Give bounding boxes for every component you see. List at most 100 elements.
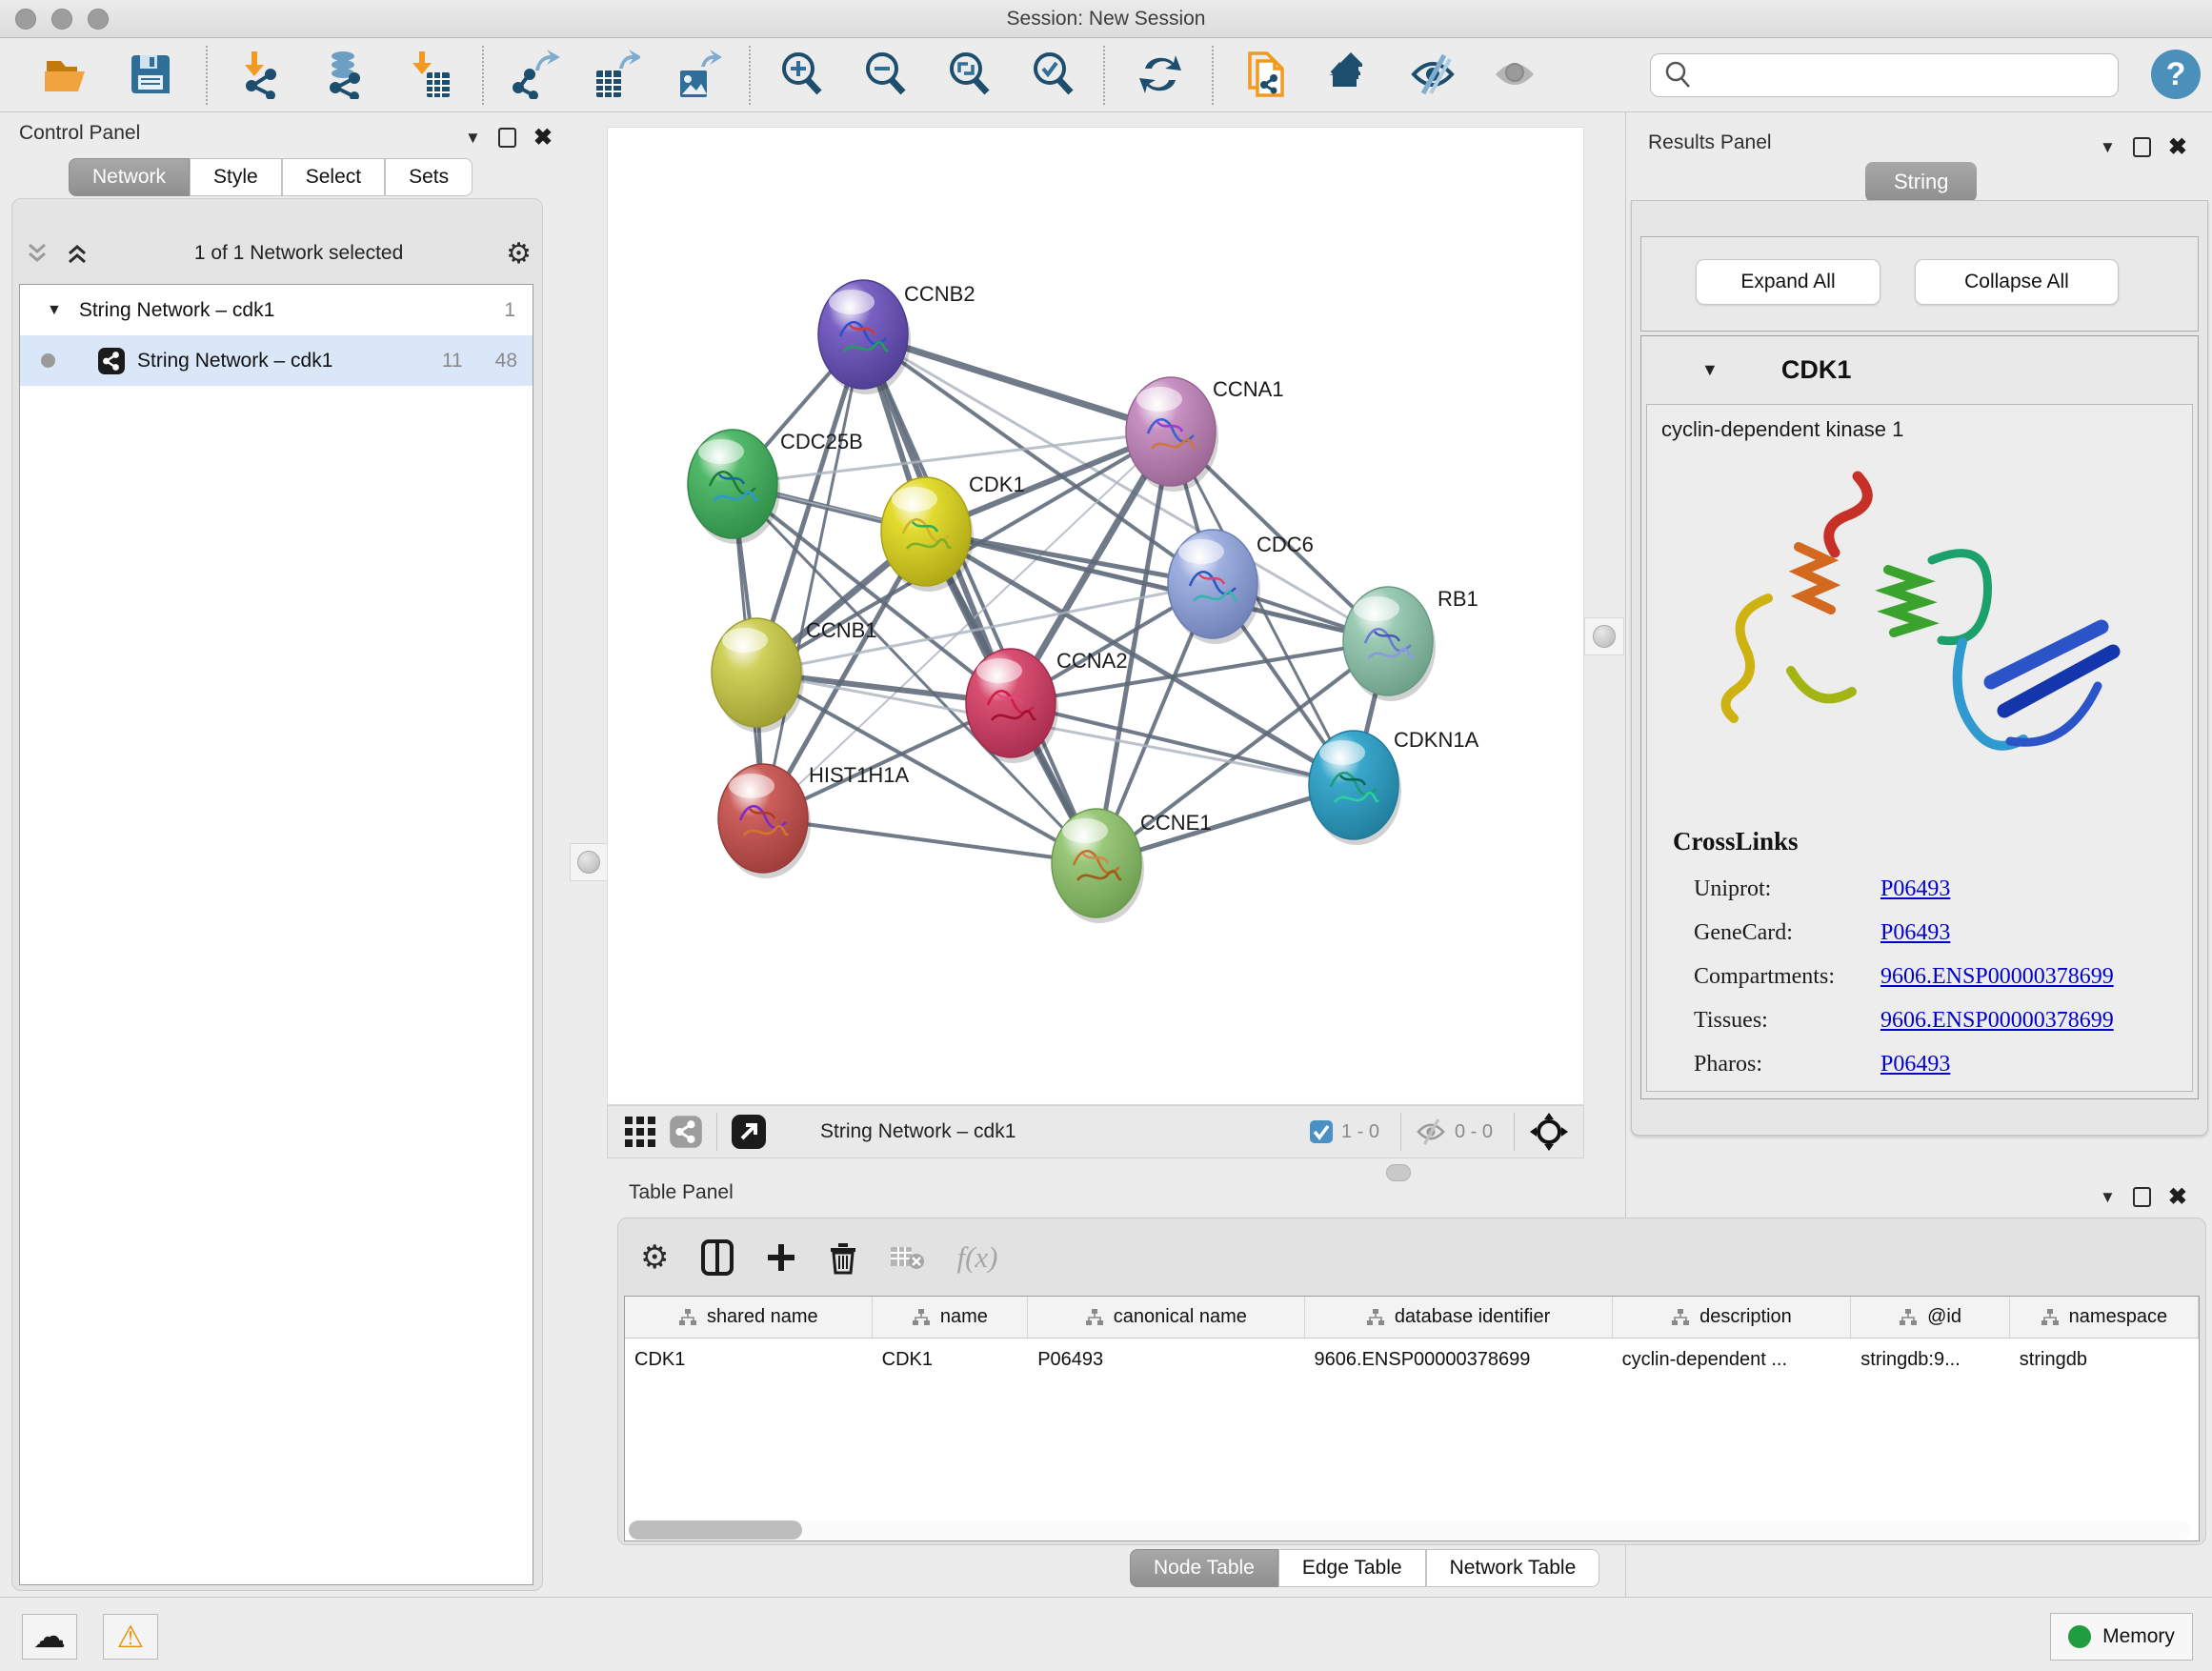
table-cell[interactable]: stringdb: [2010, 1339, 2199, 1380]
column-header-canonical-name[interactable]: canonical name: [1028, 1297, 1304, 1338]
tab-node-table[interactable]: Node Table: [1130, 1549, 1278, 1587]
function-builder-icon[interactable]: f(x): [956, 1240, 997, 1275]
column-header-shared-name[interactable]: shared name: [625, 1297, 873, 1338]
show-all-button[interactable]: [1488, 48, 1541, 101]
results-panel-float-icon[interactable]: [2133, 137, 2151, 157]
export-image-button[interactable]: [671, 48, 724, 101]
results-panel-collapse-icon[interactable]: ▼: [2100, 138, 2116, 157]
apply-layout-button[interactable]: [1134, 48, 1187, 101]
import-network-file-button[interactable]: [234, 48, 288, 101]
control-panel-close-icon[interactable]: ✖: [533, 124, 553, 151]
crosslink-value-link[interactable]: P06493: [1880, 1052, 1950, 1077]
table-cell[interactable]: CDK1: [873, 1339, 1029, 1380]
network-node-CDK1[interactable]: CDK1: [881, 473, 1025, 592]
crosslink-value-link[interactable]: 9606.ENSP00000378699: [1880, 1008, 2114, 1034]
tab-sets[interactable]: Sets: [385, 158, 473, 196]
table-horizontal-scrollbar[interactable]: [629, 1520, 2191, 1540]
delete-table-icon[interactable]: [890, 1244, 924, 1271]
birds-eye-grid-icon[interactable]: [623, 1115, 657, 1149]
network-node-CCNA1[interactable]: CCNA1: [1126, 377, 1284, 492]
table-options-gear-icon[interactable]: ⚙: [640, 1238, 669, 1277]
network-options-gear-icon[interactable]: ⚙: [506, 237, 532, 271]
table-hscrollbar-thumb[interactable]: [629, 1520, 802, 1540]
table-cell[interactable]: cyclin-dependent ...: [1613, 1339, 1852, 1380]
memory-label: Memory: [2102, 1625, 2175, 1648]
table-cell[interactable]: 9606.ENSP00000378699: [1305, 1339, 1613, 1380]
table-panel-collapse-icon[interactable]: ▼: [2100, 1188, 2116, 1207]
create-column-plus-icon[interactable]: [766, 1242, 796, 1273]
export-table-button[interactable]: [589, 48, 642, 101]
column-header-description[interactable]: description: [1613, 1297, 1852, 1338]
table-panel-float-icon[interactable]: [2133, 1187, 2151, 1207]
column-header-database-identifier[interactable]: database identifier: [1305, 1297, 1613, 1338]
network-node-RB1[interactable]: RB1: [1343, 587, 1478, 701]
left-splitter-handle[interactable]: [570, 843, 608, 881]
table-panel-close-icon[interactable]: ✖: [2168, 1183, 2187, 1211]
cloud-status-button[interactable]: ☁: [22, 1614, 77, 1660]
right-splitter-handle[interactable]: [1584, 617, 1624, 655]
expand-all-networks-icon[interactable]: [63, 239, 91, 268]
help-button[interactable]: ?: [2151, 50, 2201, 99]
string-view-icon[interactable]: [669, 1115, 703, 1149]
export-network-button[interactable]: [509, 48, 562, 101]
network-edge-CDK1-RB1[interactable]: [926, 532, 1388, 641]
network-node-CDC6[interactable]: CDC6: [1168, 530, 1314, 644]
delete-column-trash-icon[interactable]: [829, 1240, 857, 1275]
control-panel-collapse-icon[interactable]: ▼: [465, 129, 481, 148]
network-canvas[interactable]: CCNB2CCNA1CDC25BCDK1CDC6RB1CCNB1CCNA2CDK…: [607, 127, 1584, 1105]
results-panel-close-icon[interactable]: ✖: [2168, 133, 2187, 161]
first-neighbors-button[interactable]: [1240, 48, 1294, 101]
zoom-in-button[interactable]: [775, 48, 829, 101]
bottom-splitter-handle[interactable]: [1386, 1164, 1411, 1181]
network-node-CCNE1[interactable]: CCNE1: [1052, 809, 1212, 923]
column-header-name[interactable]: name: [873, 1297, 1029, 1338]
table-row[interactable]: CDK1CDK1P064939606.ENSP00000378699cyclin…: [625, 1339, 2199, 1380]
memory-button[interactable]: Memory: [2050, 1613, 2193, 1661]
column-header-namespace[interactable]: namespace: [2010, 1297, 2199, 1338]
gene-collapse-icon[interactable]: ▼: [1701, 360, 1719, 380]
hide-selected-button[interactable]: [1406, 48, 1459, 101]
import-network-database-button[interactable]: [316, 48, 370, 101]
network-collection-row[interactable]: ▼ String Network – cdk1 1: [20, 285, 533, 335]
control-panel-float-icon[interactable]: [498, 128, 516, 148]
tab-network[interactable]: Network: [69, 158, 190, 196]
network-node-CCNB2[interactable]: CCNB2: [818, 280, 975, 394]
save-session-button[interactable]: [124, 48, 177, 101]
open-session-button[interactable]: [40, 48, 93, 101]
table-cell[interactable]: CDK1: [625, 1339, 873, 1380]
network-node-CCNB1[interactable]: CCNB1: [712, 618, 877, 733]
selected-nodes-checkbox-icon[interactable]: [1309, 1119, 1334, 1144]
import-table-file-button[interactable]: [402, 48, 455, 101]
zoom-fit-button[interactable]: [943, 48, 996, 101]
show-columns-icon[interactable]: [701, 1239, 734, 1276]
gene-section-header[interactable]: ▼ CDK1: [1640, 343, 2199, 396]
network-edge-HIST1H1A-CCNE1[interactable]: [763, 818, 1096, 863]
tab-select[interactable]: Select: [282, 158, 385, 196]
zoom-selected-button[interactable]: [1027, 48, 1080, 101]
warnings-button[interactable]: ⚠: [103, 1614, 158, 1660]
collapse-all-button[interactable]: Collapse All: [1915, 259, 2119, 305]
collection-expand-icon[interactable]: ▼: [47, 302, 62, 319]
tab-string[interactable]: String: [1865, 162, 1977, 202]
crosslink-value-link[interactable]: 9606.ENSP00000378699: [1880, 964, 2114, 990]
zoom-out-button[interactable]: [859, 48, 913, 101]
collapse-all-networks-icon[interactable]: [23, 239, 51, 268]
crosslink-value-link[interactable]: P06493: [1880, 920, 1950, 946]
crosslink-value-link[interactable]: P06493: [1880, 876, 1950, 902]
network-node-CDKN1A[interactable]: CDKN1A: [1309, 728, 1479, 845]
tab-network-table[interactable]: Network Table: [1426, 1549, 1600, 1587]
tab-edge-table[interactable]: Edge Table: [1278, 1549, 1426, 1587]
search-input[interactable]: [1702, 56, 2118, 94]
navigator-crosshair-icon[interactable]: [1528, 1111, 1570, 1153]
tab-style[interactable]: Style: [190, 158, 282, 196]
table-cell[interactable]: P06493: [1028, 1339, 1304, 1380]
network-node-HIST1H1A[interactable]: HIST1H1A: [718, 763, 909, 878]
network-edge-CCNA2-CDKN1A[interactable]: [1011, 703, 1354, 785]
table-cell[interactable]: stringdb:9...: [1851, 1339, 2010, 1380]
hide-unhide-nodes-button[interactable]: [1324, 48, 1377, 101]
open-in-string-icon[interactable]: [731, 1114, 767, 1150]
network-row[interactable]: String Network – cdk1 11 48: [20, 335, 533, 386]
hidden-eye-slash-icon[interactable]: [1415, 1116, 1447, 1148]
column-header-@id[interactable]: @id: [1851, 1297, 2009, 1338]
expand-all-button[interactable]: Expand All: [1696, 259, 1880, 305]
